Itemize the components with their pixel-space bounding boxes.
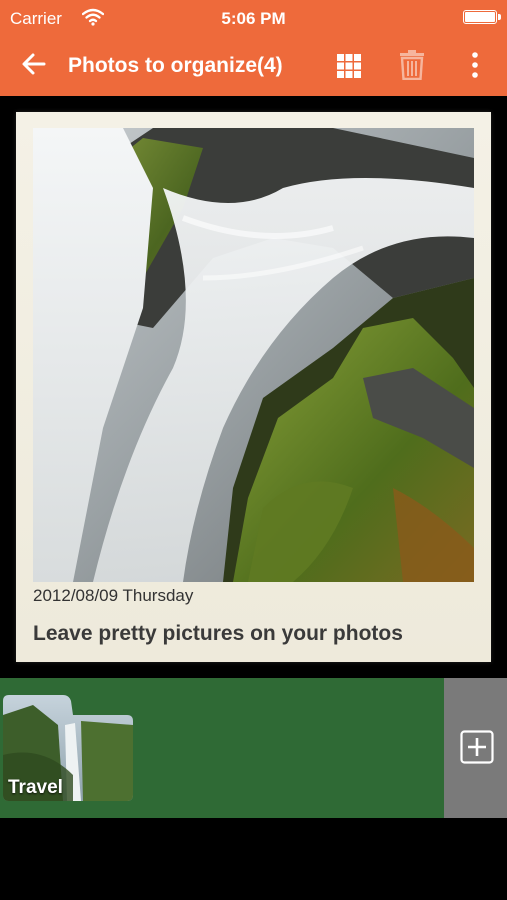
album-label: Travel bbox=[8, 777, 63, 798]
nav-row: Photos to organize(4) bbox=[0, 36, 507, 96]
album-strip: Travel bbox=[0, 678, 444, 818]
add-album-icon[interactable] bbox=[460, 730, 494, 764]
back-arrow-icon[interactable] bbox=[18, 48, 50, 80]
more-vertical-icon[interactable] bbox=[466, 50, 484, 80]
album-folder-travel[interactable]: Travel bbox=[3, 695, 133, 801]
photo-card[interactable]: 2012/08/09 Thursday Leave pretty picture… bbox=[16, 112, 491, 662]
waterfall-photo bbox=[33, 128, 474, 582]
grid-icon[interactable] bbox=[336, 53, 362, 79]
photo-date: 2012/08/09 Thursday bbox=[33, 586, 194, 605]
top-bar: Carrier 5:06 PM Photos to organize(4) bbox=[0, 0, 507, 96]
trash-icon[interactable] bbox=[398, 50, 426, 80]
clock-label: 5:06 PM bbox=[221, 9, 286, 28]
battery-icon bbox=[463, 10, 501, 24]
page-title: Photos to organize(4) bbox=[68, 54, 283, 77]
photo-caption: Leave pretty pictures on your photos bbox=[33, 622, 403, 645]
status-bar: Carrier 5:06 PM bbox=[0, 0, 507, 36]
add-album-panel bbox=[444, 678, 507, 818]
